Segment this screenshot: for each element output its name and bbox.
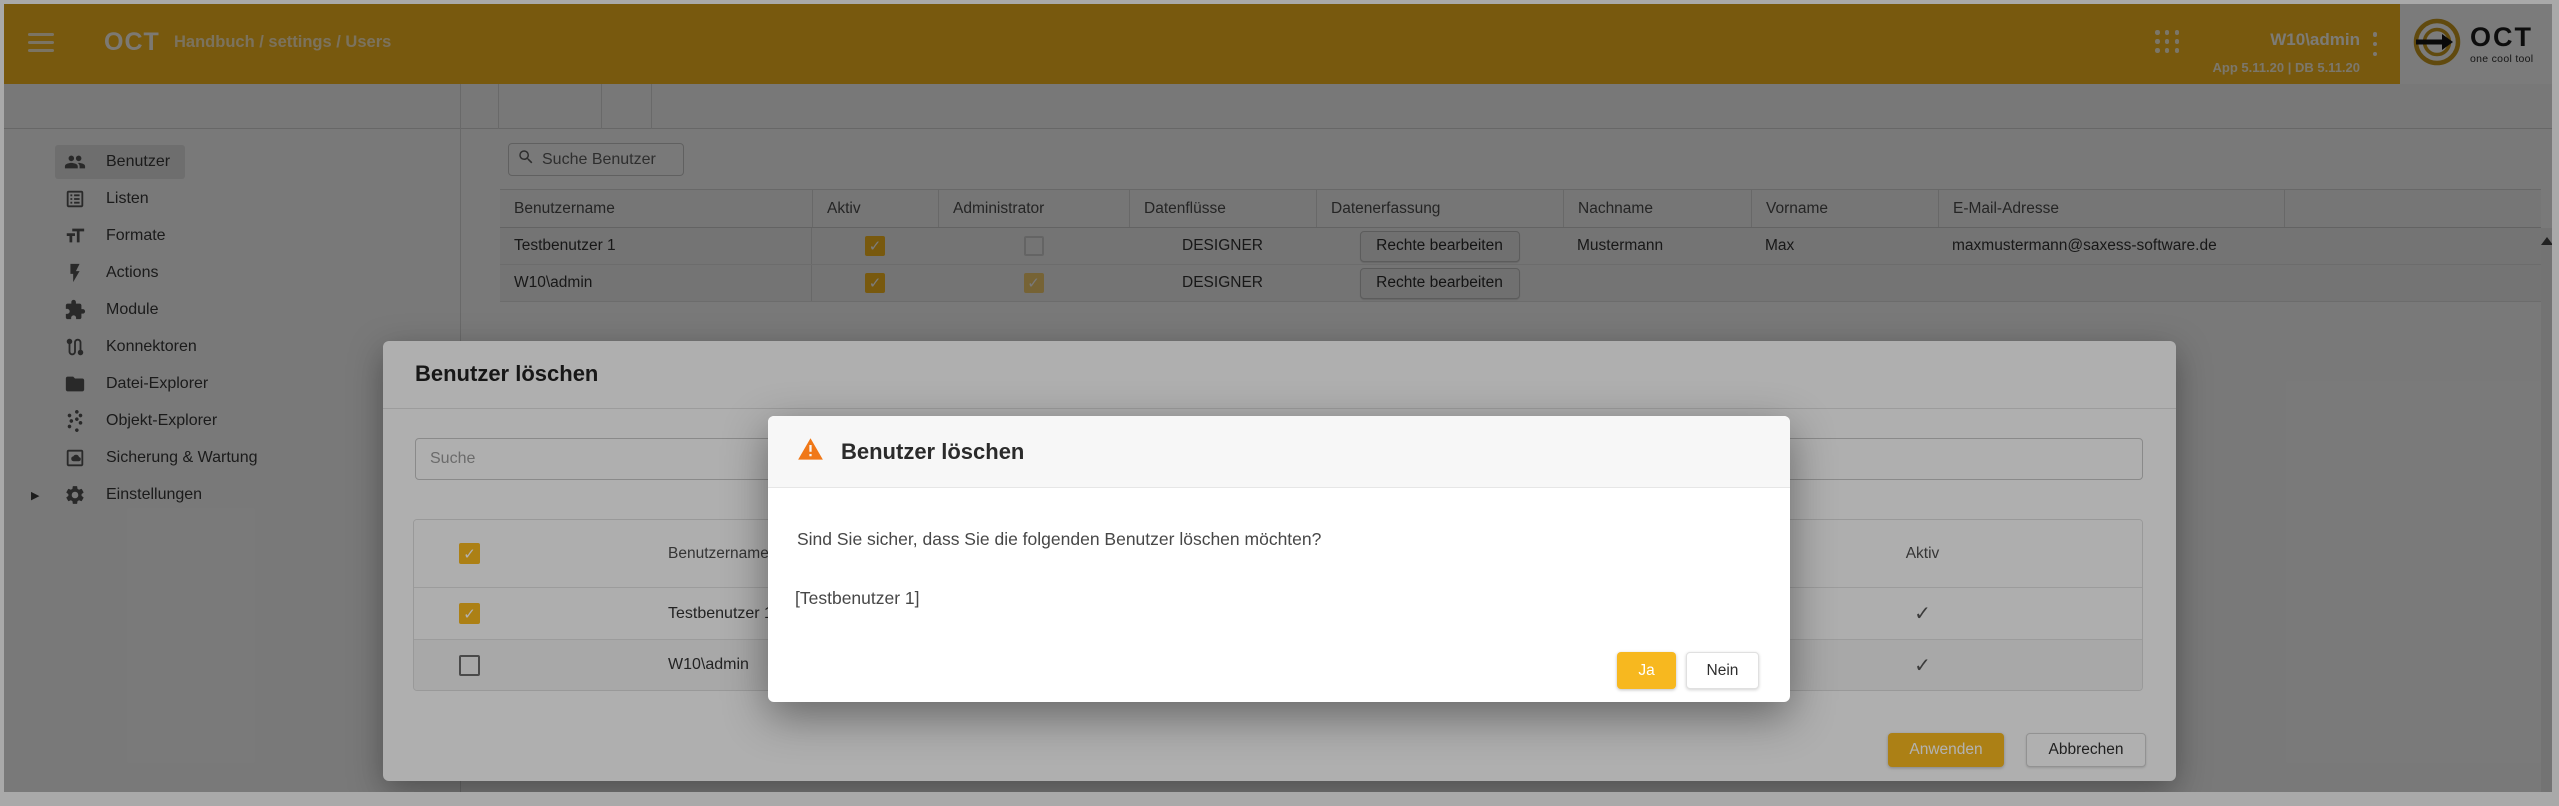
yes-button[interactable]: Ja: [1617, 652, 1676, 689]
confirm-delete-dialog: Benutzer löschen Sind Sie sicher, dass S…: [768, 416, 1790, 702]
confirm-message: Sind Sie sicher, dass Sie die folgenden …: [797, 529, 1321, 550]
confirm-dialog-title: Benutzer löschen: [841, 439, 1024, 465]
window-frame-right: [2552, 0, 2559, 806]
warning-icon: [797, 436, 824, 468]
confirm-dialog-header: Benutzer löschen: [768, 416, 1790, 488]
window-frame-top: [0, 0, 2559, 4]
window-frame-bottom: [0, 792, 2559, 806]
window-frame-left: [0, 0, 4, 806]
no-button[interactable]: Nein: [1686, 652, 1759, 689]
confirm-subject: [Testbenutzer 1]: [795, 588, 920, 609]
